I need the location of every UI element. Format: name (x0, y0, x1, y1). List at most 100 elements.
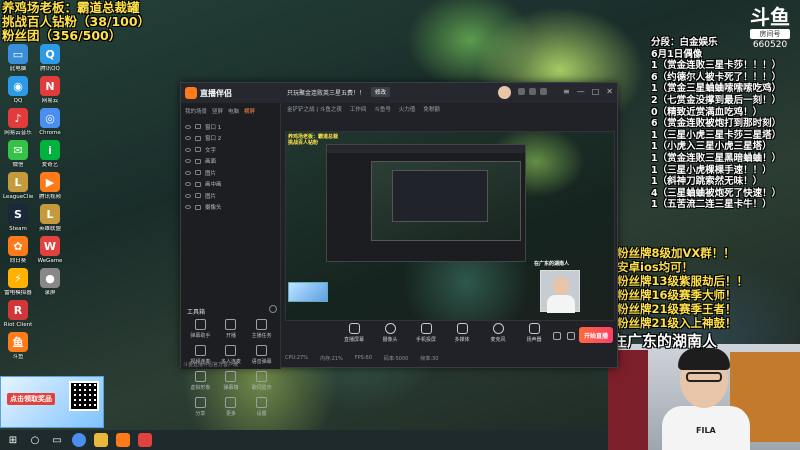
scene-panel: 我的场景 竖屏 电脑 横屏 窗口 1 窗口 2 文字 画面 图片 画中画 图片 摄像头 工具箱 弹幕… (181, 103, 281, 417)
tool-icon (194, 397, 206, 408)
desktop-icon[interactable]: i 爱奇艺 (35, 140, 65, 169)
message-icon[interactable] (518, 88, 525, 95)
source-button[interactable]: 摄像头 (377, 323, 403, 343)
desktop-icon[interactable]: W WeGame (35, 236, 65, 265)
scene-tab[interactable]: 电脑 (228, 107, 239, 115)
search-icon[interactable]: ○ (28, 433, 42, 447)
desktop-icon-label: 腾讯视频 (38, 194, 61, 200)
camera-settings-icon[interactable] (553, 332, 561, 340)
eye-icon[interactable] (185, 124, 191, 129)
scene-tab[interactable]: 竖屏 (212, 107, 223, 115)
toolbox-item[interactable]: 弹幕助手 (185, 319, 216, 339)
scene-tab[interactable]: 横屏 (244, 107, 255, 115)
scene-item[interactable]: 图片 (185, 167, 276, 179)
app-icon: ◎ (40, 108, 60, 128)
preview-side-controls (553, 332, 575, 340)
source-button[interactable]: 扬声器 (521, 323, 547, 343)
toolbox-item[interactable]: 歌词显示 (246, 371, 277, 391)
scene-item[interactable]: 画面 (185, 156, 276, 168)
minimize-icon[interactable]: — (577, 87, 585, 97)
qr-code-icon (69, 381, 99, 411)
toolbox-item[interactable]: 分享 (185, 397, 216, 417)
promo-banner[interactable]: 点击领取奖品 (0, 376, 104, 428)
eye-icon[interactable] (185, 193, 191, 198)
eye-icon[interactable] (185, 136, 191, 141)
skin-icon[interactable] (540, 88, 547, 95)
scene-tab[interactable]: 我的场景 (185, 107, 207, 115)
promo-banner-title: 点击领取奖品 (7, 393, 55, 405)
eye-icon[interactable] (185, 182, 191, 187)
desktop-icon[interactable]: N 网易云 (35, 76, 65, 105)
desktop-icon[interactable]: S Steam (3, 204, 33, 233)
toolbox-settings-icon[interactable] (269, 305, 277, 313)
scene-item-label: 画面 (205, 159, 217, 166)
location-caption: 在广东的湖南人 (612, 332, 718, 350)
source-button-label: 扬声器 (526, 337, 542, 343)
desktop-icon[interactable]: L 英雄联盟 (35, 204, 65, 233)
toolbox-item[interactable]: 弹幕墙 (216, 371, 247, 391)
overlay-line-1: 养鸡场老板：霸道总裁罐 (2, 0, 140, 15)
desktop-icon[interactable]: ◎ Chrome (35, 108, 65, 137)
desktop-icon[interactable]: ⚡ 雷电模拟器 (3, 268, 33, 297)
avatar[interactable] (498, 86, 511, 99)
preview-shirt (547, 295, 575, 313)
desktop-icon[interactable]: ✉ 微信 (3, 140, 33, 169)
live-companion-taskbar-icon[interactable] (138, 433, 152, 447)
task-view-icon[interactable]: ▭ (50, 433, 64, 447)
toolbox-item[interactable]: 虚拟形象 (185, 371, 216, 391)
toolbox-item[interactable]: 设置 (246, 397, 277, 417)
folder-taskbar-icon[interactable] (94, 433, 108, 447)
eye-icon[interactable] (185, 170, 191, 175)
desktop-icon[interactable]: ♪ 网易云音乐 (3, 108, 33, 137)
edit-room-title-button[interactable]: 修改 (371, 87, 391, 97)
desktop-icon[interactable]: L LeagueClient (3, 172, 33, 201)
source-button[interactable]: 麦克风 (485, 323, 511, 343)
douyu-taskbar-icon[interactable] (116, 433, 130, 447)
toolbox-item[interactable]: 开播 (216, 319, 247, 339)
desktop-icon[interactable]: ● 录屏 (35, 268, 65, 297)
scene-item[interactable]: 图片 (185, 190, 276, 202)
match-log-line: 1（斜神刀跳索然无味！） (651, 176, 763, 188)
eye-icon[interactable] (185, 205, 191, 210)
desktop-icon[interactable]: 鱼斗鱼 (3, 332, 33, 361)
source-button[interactable]: 多媒体 (449, 323, 475, 343)
source-button-label: 手机投屏 (415, 337, 436, 343)
eye-icon[interactable] (185, 159, 191, 164)
desktop-icon[interactable]: ▶ 腾讯视频 (35, 172, 65, 201)
source-button-label: 多媒体 (454, 337, 470, 343)
scene-item[interactable]: 窗口 2 (185, 133, 276, 145)
room-title-field[interactable]: 只玩聚金连败英三星五费！！ (287, 88, 365, 97)
desktop-icon-label: 录屏 (44, 290, 56, 296)
scene-item[interactable]: 画中画 (185, 179, 276, 191)
windows-start-icon[interactable]: ⊞ (6, 433, 20, 447)
desktop-icon-label: 此电脑 (9, 66, 27, 72)
gift-icon[interactable] (529, 88, 536, 95)
source-type-icon (195, 170, 201, 176)
desktop-icon[interactable]: ◉ QQ (3, 76, 33, 105)
scene-item[interactable]: 窗口 1 (185, 121, 276, 133)
source-button[interactable]: 手机投屏 (413, 323, 439, 343)
match-log-line: 1（三星小虎棵棵手速！！） (651, 164, 772, 176)
toolbox-item[interactable]: 更多 (216, 397, 247, 417)
maximize-icon[interactable]: □ (592, 87, 600, 97)
desktop-icon[interactable]: ▭ 此电脑 (3, 44, 33, 73)
desktop-icon[interactable]: ✿ 向日葵 (3, 236, 33, 265)
app-icon: N (40, 76, 60, 96)
source-button[interactable]: 直播屏幕 (341, 323, 367, 343)
match-log-line: 1（赏金三星蛐蛐嗦嗦嗦吃鸡） (651, 83, 782, 95)
toolbox-item[interactable]: 主播任务 (246, 319, 277, 339)
start-live-button[interactable]: 开始直播 (579, 327, 613, 343)
close-icon[interactable]: ✕ (606, 87, 613, 97)
scene-item[interactable]: 摄像头 (185, 202, 276, 214)
app-icon: L (40, 204, 60, 224)
scene-item[interactable]: 文字 (185, 144, 276, 156)
settings-icon[interactable] (567, 332, 575, 340)
menu-icon[interactable]: ≡ (563, 87, 570, 97)
toolbox-item[interactable]: 语音弹幕 (246, 345, 277, 365)
chrome-taskbar-icon[interactable] (72, 433, 86, 447)
eye-icon[interactable] (185, 147, 191, 152)
stream-preview[interactable]: 养鸡场老板：霸道总裁 挑战百人钻粉 在广东的湖南人 (285, 131, 615, 321)
desktop-icon[interactable]: Q 腾讯QQ (35, 44, 65, 73)
desktop-icon[interactable]: R Riot Client (3, 300, 33, 329)
toolbox-item-label: 分享 (195, 411, 206, 417)
